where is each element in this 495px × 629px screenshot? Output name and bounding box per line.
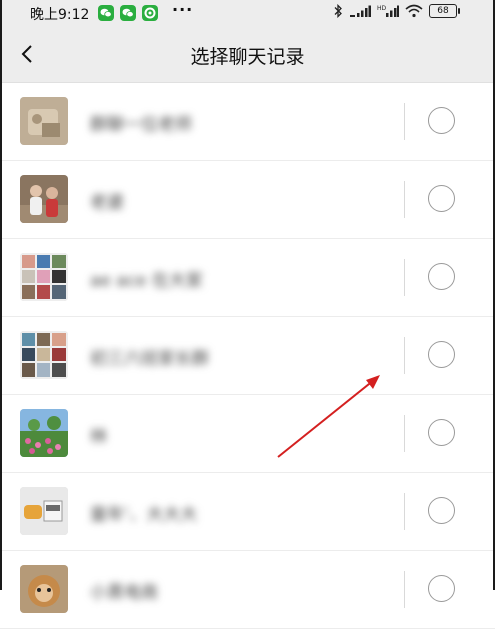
- select-radio[interactable]: [428, 497, 455, 524]
- signal-hd-icon: HD: [377, 5, 399, 17]
- chat-row[interactable]: 初三六班家长群: [0, 317, 495, 395]
- chat-avatar: [20, 253, 68, 301]
- status-bar: 晚上9:12 ··· HD 68: [0, 0, 495, 26]
- chat-avatar: [20, 487, 68, 535]
- chat-row[interactable]: 群聊一位老师: [0, 83, 495, 161]
- status-time: 晚上9:12: [30, 7, 90, 23]
- wifi-icon: [405, 4, 423, 18]
- select-radio[interactable]: [428, 107, 455, 134]
- row-divider: [404, 181, 405, 218]
- chat-avatar: [20, 409, 68, 457]
- frame-edge-left: [0, 0, 2, 590]
- row-divider: [404, 493, 405, 530]
- chat-name: 初三六班家长群: [90, 349, 209, 369]
- chat-row[interactable]: 小黑电商: [0, 551, 495, 629]
- battery-level: 68: [437, 6, 449, 16]
- signal-icon: [350, 5, 371, 17]
- more-notifications-icon: ···: [172, 0, 194, 19]
- chat-avatar: [20, 97, 68, 145]
- select-radio[interactable]: [428, 419, 455, 446]
- chat-row[interactable]: ae ace 在大家: [0, 239, 495, 317]
- chat-name: 童年‘、大大大: [90, 505, 198, 525]
- title-bar: 选择聊天记录: [0, 26, 495, 83]
- chat-name: 林: [90, 427, 107, 447]
- chat-avatar: [20, 175, 68, 223]
- chat-row[interactable]: 老婆: [0, 161, 495, 239]
- chat-name: 群聊一位老师: [90, 115, 192, 135]
- chat-name: 小黑电商: [90, 583, 158, 603]
- app-notification-icon: [142, 5, 158, 21]
- chat-row[interactable]: 童年‘、大大大: [0, 473, 495, 551]
- row-divider: [404, 103, 405, 140]
- page-title: 选择聊天记录: [190, 46, 305, 68]
- bluetooth-icon: [334, 4, 342, 18]
- chat-avatar: [20, 331, 68, 379]
- select-radio[interactable]: [428, 575, 455, 602]
- wechat-notification-icon: [120, 5, 136, 21]
- chat-name: ae ace 在大家: [90, 271, 203, 291]
- row-divider: [404, 337, 405, 374]
- chat-avatar: [20, 565, 68, 613]
- system-icons: HD 68: [333, 4, 460, 18]
- row-divider: [404, 415, 405, 452]
- chat-row[interactable]: 林: [0, 395, 495, 473]
- chat-list: 群聊一位老师 老婆 ae ace 在大家 初三六班家长群 林 童年‘、大大大 小…: [0, 83, 495, 629]
- row-divider: [404, 259, 405, 296]
- battery-icon: 68: [429, 4, 460, 18]
- svg-text:HD: HD: [377, 5, 387, 12]
- select-radio[interactable]: [428, 341, 455, 368]
- chat-name: 老婆: [90, 193, 124, 213]
- wechat-notification-icon: [98, 5, 114, 21]
- select-radio[interactable]: [428, 263, 455, 290]
- select-radio[interactable]: [428, 185, 455, 212]
